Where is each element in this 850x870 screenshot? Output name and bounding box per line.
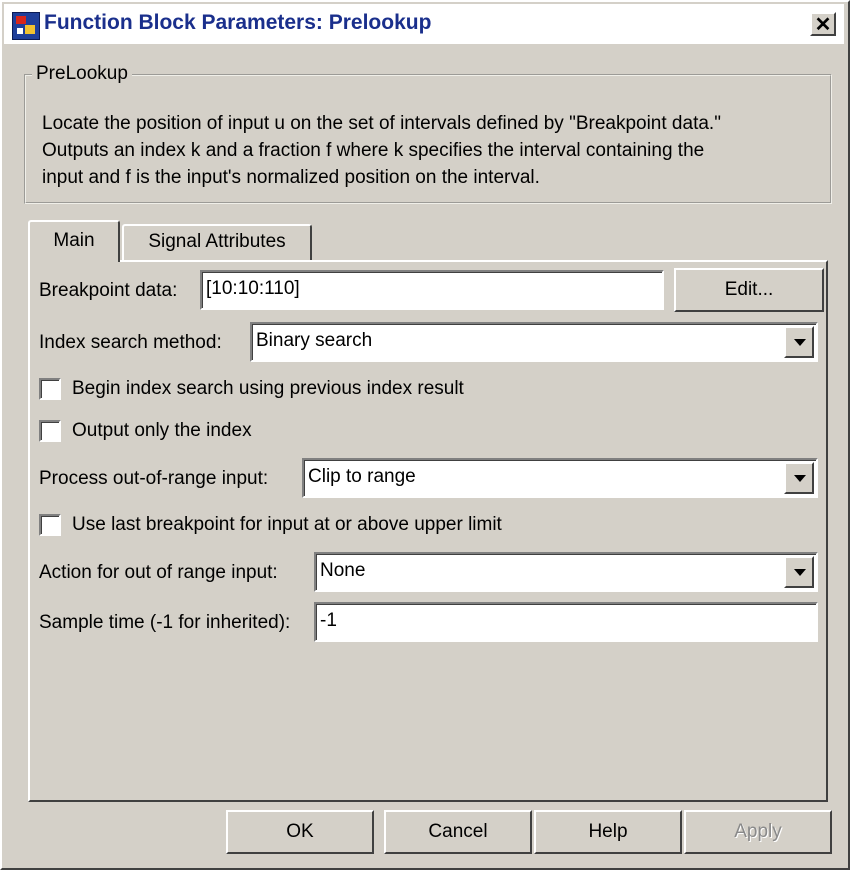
output-only-index-label: Output only the index <box>72 420 252 441</box>
index-search-method-value: Binary search <box>256 330 373 351</box>
simulink-app-icon <box>12 12 40 40</box>
groupbox-label: PreLookup <box>32 63 132 85</box>
chevron-down-icon[interactable] <box>784 556 814 588</box>
use-last-breakpoint-label: Use last breakpoint for input at or abov… <box>72 514 502 535</box>
close-icon: ✕ <box>814 14 832 36</box>
use-last-breakpoint-checkbox[interactable] <box>39 514 61 536</box>
begin-index-search-checkbox[interactable] <box>39 378 61 400</box>
ok-button[interactable]: OK <box>226 810 374 854</box>
description-line: input and f is the input's normalized po… <box>42 167 540 188</box>
process-out-of-range-dropdown[interactable]: Clip to range <box>302 458 818 498</box>
edit-breakpoint-button[interactable]: Edit... <box>674 268 824 312</box>
help-button[interactable]: Help <box>534 810 682 854</box>
action-out-of-range-value: None <box>320 560 366 581</box>
index-search-method-label: Index search method: <box>39 332 222 353</box>
chevron-down-icon[interactable] <box>784 326 814 358</box>
block-description: Locate the position of input u on the se… <box>42 110 832 191</box>
apply-button[interactable]: Apply <box>684 810 832 854</box>
dialog-window: Function Block Parameters: Prelookup ✕ P… <box>0 0 850 870</box>
chevron-down-icon[interactable] <box>784 462 814 494</box>
action-out-of-range-dropdown[interactable]: None <box>314 552 818 592</box>
main-tab-panel: Breakpoint data: [10:10:110] Edit... Ind… <box>28 260 828 802</box>
title-bar[interactable]: Function Block Parameters: Prelookup ✕ <box>4 4 844 44</box>
cancel-button[interactable]: Cancel <box>384 810 532 854</box>
tab-main[interactable]: Main <box>28 220 120 262</box>
process-out-of-range-label: Process out-of-range input: <box>39 468 269 489</box>
description-line: Locate the position of input u on the se… <box>42 113 721 134</box>
index-search-method-dropdown[interactable]: Binary search <box>250 322 818 362</box>
sample-time-label: Sample time (-1 for inherited): <box>39 612 291 633</box>
action-out-of-range-label: Action for out of range input: <box>39 562 278 583</box>
begin-index-search-label: Begin index search using previous index … <box>72 378 464 399</box>
close-button[interactable]: ✕ <box>810 12 836 36</box>
sample-time-input[interactable]: -1 <box>314 602 818 642</box>
output-only-index-checkbox[interactable] <box>39 420 61 442</box>
window-title: Function Block Parameters: Prelookup <box>44 11 432 34</box>
breakpoint-data-input[interactable]: [10:10:110] <box>200 270 664 310</box>
process-out-of-range-value: Clip to range <box>308 466 416 487</box>
breakpoint-data-label: Breakpoint data: <box>39 280 178 301</box>
description-line: Outputs an index k and a fraction f wher… <box>42 140 705 161</box>
tab-signal-attributes[interactable]: Signal Attributes <box>122 224 312 262</box>
